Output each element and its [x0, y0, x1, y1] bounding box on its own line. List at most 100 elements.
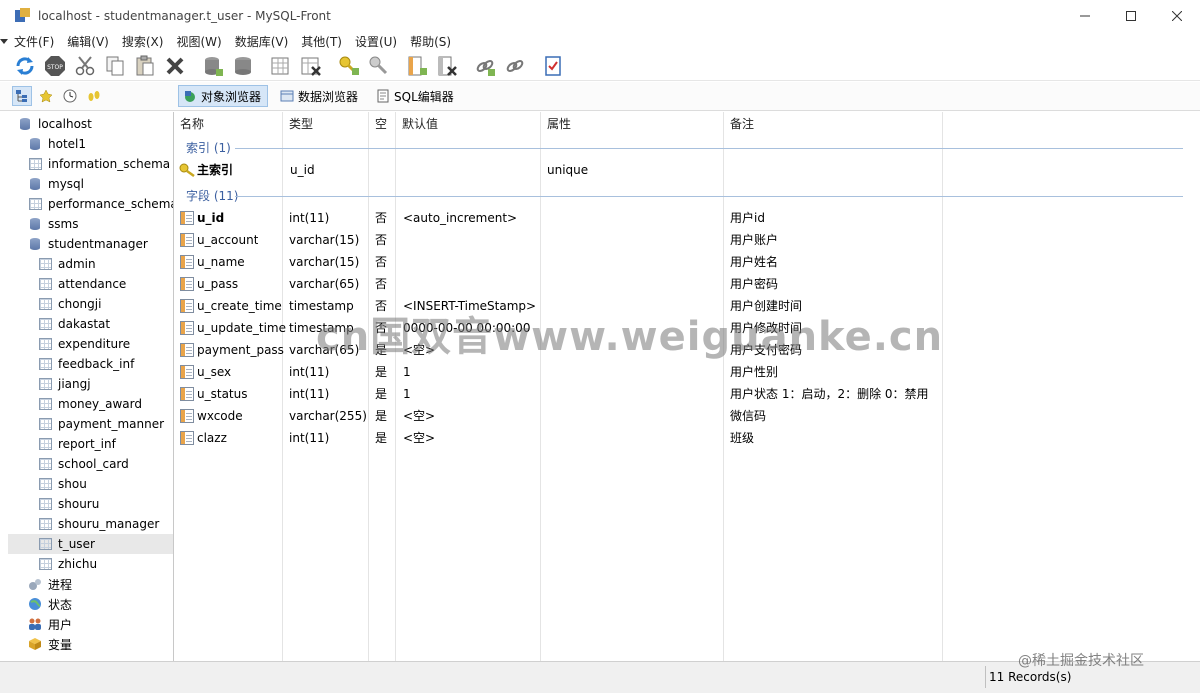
tree-item-table[interactable]: money_award [8, 394, 173, 414]
tree-item-table[interactable]: feedback_inf [8, 354, 173, 374]
field-row[interactable]: wxcode varchar(255) 是 <空> 微信码 [175, 405, 1183, 427]
tree-item-variables[interactable]: 变量 [8, 634, 173, 654]
checklist-button[interactable] [540, 53, 566, 79]
object-browser-icon [185, 91, 195, 102]
column-header-attributes[interactable]: 属性 [542, 112, 571, 136]
tree-item-label: 用户 [48, 617, 73, 632]
copy-button[interactable] [102, 53, 128, 79]
field-row[interactable]: u_name varchar(15) 否 用户姓名 [175, 251, 1183, 273]
menu-file[interactable]: 文件(F) [14, 33, 54, 50]
footsteps-icon [88, 91, 100, 101]
cut-icon [75, 56, 95, 76]
tree-item-processes[interactable]: 进程 [8, 574, 173, 594]
menu-settings[interactable]: 设置(U) [355, 33, 397, 50]
tree-item-label: attendance [58, 277, 127, 291]
key-delete-button[interactable] [366, 53, 392, 79]
tree-item-table[interactable]: shouru_manager [8, 514, 173, 534]
table-delete-button[interactable] [298, 53, 324, 79]
menu-database[interactable]: 数据库(V) [235, 33, 289, 50]
menu-other[interactable]: 其他(T) [301, 33, 342, 50]
tree-item-database[interactable]: information_schema [8, 154, 173, 174]
tree-item-table[interactable]: admin [8, 254, 173, 274]
key-add-button[interactable] [336, 53, 362, 79]
tree-item-table[interactable]: attendance [8, 274, 173, 294]
database-add-button[interactable] [200, 53, 226, 79]
group-fields[interactable]: 字段 (11) [175, 184, 1183, 206]
tree-item-label: jiangj [58, 377, 91, 391]
table-icon [38, 297, 52, 311]
field-row[interactable]: u_sex int(11) 是 1 用户性别 [175, 361, 1183, 383]
field-row[interactable]: u_id int(11) 否 <auto_increment> 用户id [175, 207, 1183, 229]
system-database-icon [28, 157, 42, 171]
menu-view[interactable]: 视图(W) [176, 33, 221, 50]
tree-item-localhost[interactable]: localhost [8, 114, 173, 134]
tab-object-browser[interactable]: 对象浏览器 [178, 85, 269, 107]
field-row[interactable]: u_account varchar(15) 否 用户账户 [175, 229, 1183, 251]
menu-bar: 文件(F) 编辑(V) 搜索(X) 视图(W) 数据库(V) 其他(T) 设置(… [0, 31, 1200, 51]
delete-button[interactable] [162, 53, 188, 79]
field-icon [180, 255, 194, 269]
favorites-button[interactable] [84, 86, 104, 106]
bookmarks-button[interactable] [36, 86, 56, 106]
tree-item-database[interactable]: mysql [8, 174, 173, 194]
table-add-button[interactable] [268, 53, 294, 79]
tree-item-status[interactable]: 状态 [8, 594, 173, 614]
tree-item-table[interactable]: dakastat [8, 314, 173, 334]
tree-item-users[interactable]: 用户 [8, 614, 173, 634]
menu-help[interactable]: 帮助(S) [410, 33, 451, 50]
history-button[interactable] [60, 86, 80, 106]
tree-view-button[interactable] [12, 86, 32, 106]
field-row[interactable]: u_status int(11) 是 1 用户状态 1：启动，2：删除 0：禁用 [175, 383, 1183, 405]
refresh-icon [16, 57, 34, 75]
tree-item-table[interactable]: report_inf [8, 434, 173, 454]
window-title: localhost - studentmanager.t_user - MySQ… [38, 8, 331, 23]
tree-item-database[interactable]: hotel1 [8, 134, 173, 154]
field-add-button[interactable] [404, 53, 430, 79]
tree-item-table[interactable]: zhichu [8, 554, 173, 574]
tree-item-label: payment_manner [58, 417, 165, 431]
tree-item-label: shouru_manager [58, 517, 160, 531]
column-header-default[interactable]: 默认值 [397, 112, 438, 136]
tree-item-table[interactable]: shou [8, 474, 173, 494]
database-icon [28, 177, 42, 191]
column-header-name[interactable]: 名称 [175, 112, 204, 136]
tree-item-table[interactable]: jiangj [8, 374, 173, 394]
column-header-comment[interactable]: 备注 [725, 112, 754, 136]
field-row[interactable]: u_pass varchar(65) 否 用户密码 [175, 273, 1183, 295]
tab-data-browser[interactable]: 数据浏览器 [276, 85, 364, 107]
tree-item-table[interactable]: chongji [8, 294, 173, 314]
tree-item-database[interactable]: performance_schema [8, 194, 173, 214]
group-indexes[interactable]: 索引 (1) [175, 136, 1183, 158]
field-name: u_account [197, 233, 259, 247]
link-delete-button[interactable] [502, 53, 528, 79]
close-button[interactable] [1154, 0, 1200, 31]
maximize-button[interactable] [1108, 0, 1154, 31]
field-type: varchar(15) [289, 233, 360, 247]
tree-item-table[interactable]: shouru [8, 494, 173, 514]
minimize-button[interactable] [1062, 0, 1108, 31]
tree-item-label: money_award [58, 397, 142, 411]
column-header-type[interactable]: 类型 [284, 112, 313, 136]
tab-sql-editor[interactable]: SQL编辑器 [372, 85, 460, 107]
link-add-button[interactable] [472, 53, 498, 79]
field-row[interactable]: clazz int(11) 是 <空> 班级 [175, 427, 1183, 449]
field-icon [180, 431, 194, 445]
refresh-button[interactable] [12, 53, 38, 79]
paste-button[interactable] [132, 53, 158, 79]
tree-item-database[interactable]: studentmanager [8, 234, 173, 254]
menu-search[interactable]: 搜索(X) [122, 33, 164, 50]
index-row[interactable]: 主索引 u_id unique [175, 159, 1183, 181]
tree-item-table-selected[interactable]: t_user [8, 534, 173, 554]
stop-button[interactable]: STOP [42, 53, 68, 79]
cut-button[interactable] [72, 53, 98, 79]
field-default [399, 229, 403, 251]
menu-edit[interactable]: 编辑(V) [67, 33, 109, 50]
field-delete-button[interactable] [434, 53, 460, 79]
column-header-null[interactable]: 空 [370, 112, 387, 136]
tree-item-database[interactable]: ssms [8, 214, 173, 234]
tree-item-table[interactable]: expenditure [8, 334, 173, 354]
tree-item-table[interactable]: payment_manner [8, 414, 173, 434]
database-delete-button[interactable] [230, 53, 256, 79]
tree-item-table[interactable]: school_card [8, 454, 173, 474]
tree-item-label: 状态 [48, 597, 73, 612]
